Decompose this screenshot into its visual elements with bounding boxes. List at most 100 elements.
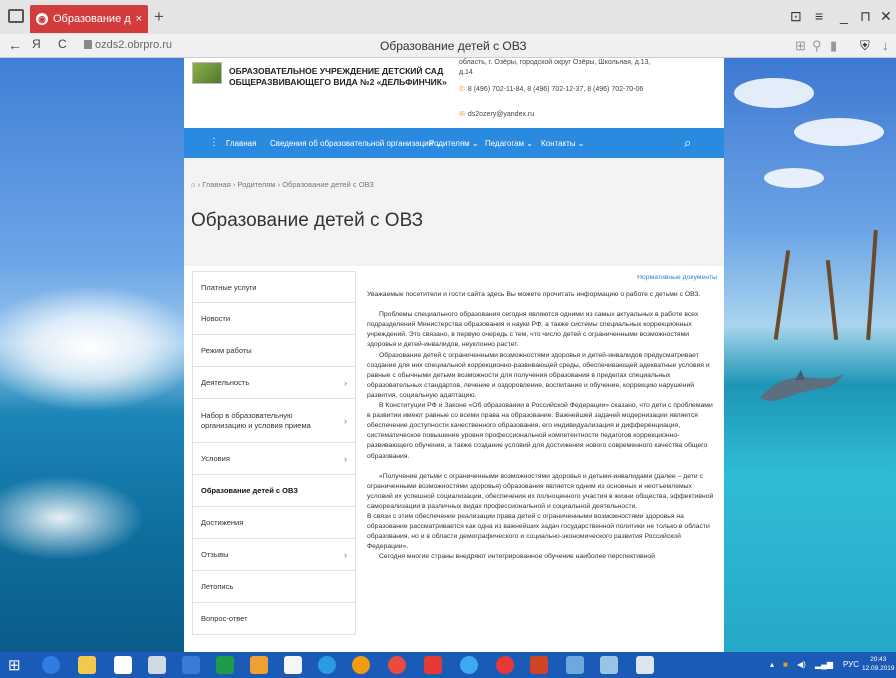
nav-about[interactable]: Сведения об образовательной организации … (270, 139, 442, 148)
reader-icon[interactable]: ⊞ (795, 38, 806, 54)
new-tab-button[interactable]: + (154, 7, 164, 27)
menu-dots-icon[interactable]: ⋮ (209, 137, 219, 148)
app-icon[interactable] (636, 656, 654, 674)
sidebar-item[interactable]: Вопрос-ответ (192, 603, 356, 635)
title-area: ⌂ › Главная › Родителям › Образование де… (184, 158, 724, 266)
powerpoint-icon[interactable] (530, 656, 548, 674)
sidebar-item-label: Достижения (201, 518, 244, 527)
back-button[interactable]: ← (8, 37, 22, 53)
sidebar-item[interactable]: Условия › (192, 443, 356, 475)
network-icon[interactable]: ▂▄▆ (815, 660, 833, 669)
nav-teachers[interactable]: Педагогам ⌄ (485, 139, 533, 148)
wifi-app-icon[interactable] (250, 656, 268, 674)
clock[interactable]: 20:43 12.09.2019 (862, 655, 895, 673)
chrome-icon[interactable] (388, 656, 406, 674)
nav-parents[interactable]: Родителям ⌄ (429, 139, 479, 148)
phone-numbers: 8 (496) 702-11-84, 8 (496) 702-12-37, 8 … (467, 86, 644, 93)
sidebar-item[interactable]: Набор в образовательную организацию и ус… (192, 399, 356, 443)
paragraph: В Конституции РФ и Законе «Об образовани… (367, 402, 713, 460)
computer-icon[interactable] (148, 656, 166, 674)
url-field[interactable]: ozds2.obrpro.ru (95, 39, 172, 51)
sidebar-item[interactable]: Отзывы › (192, 539, 356, 571)
nav-home[interactable]: Главная (226, 139, 256, 148)
tab-title: Образование детей с О (53, 13, 131, 25)
phone-icon: ✆ (459, 86, 465, 93)
lock-icon (84, 40, 92, 49)
tray-arrow-icon[interactable]: ▴ (770, 660, 774, 669)
window-snap-icon[interactable]: ⊡ (790, 8, 802, 25)
nav-contacts[interactable]: Контакты ⌄ (541, 139, 584, 148)
sidebar-item-active[interactable]: Образование детей с ОВЗ (192, 475, 356, 507)
sidebar-item-label: Деятельность (201, 378, 250, 387)
taskbar: ⊞ ▴ ■ ◀) ▂▄▆ РУС 20:43 12.09.2019 (0, 652, 896, 678)
yandex-icon[interactable]: Я (32, 37, 41, 51)
yandex-app-icon[interactable] (496, 656, 514, 674)
key-icon[interactable]: ⚲ (812, 38, 822, 54)
yandex-browser-icon[interactable] (424, 656, 442, 674)
site-header: ОБРАЗОВАТЕЛЬНОЕ УЧРЕЖДЕНИЕ ДЕТСКИЙ САД О… (184, 58, 724, 128)
sidebar-item[interactable]: Летопись (192, 571, 356, 603)
file-explorer-icon[interactable] (78, 656, 96, 674)
clock-time: 20:43 (870, 656, 887, 663)
paragraph: Сегодня многие страны внедряют интегриро… (379, 553, 655, 561)
volume-icon[interactable]: ◀) (797, 660, 806, 669)
site-logo[interactable] (192, 62, 222, 84)
download-icon[interactable]: ↓ (882, 38, 889, 53)
page-heading: Образование детей с ОВЗ (191, 210, 424, 231)
sidebar-item-label: Летопись (201, 582, 234, 591)
sidebar-item-label: Набор в образовательную организацию и ус… (201, 410, 311, 430)
home-app-icon[interactable] (114, 656, 132, 674)
tab-close-icon[interactable]: × (136, 13, 142, 25)
regulations-link[interactable]: Нормативные документы (367, 273, 717, 283)
sidebar-item[interactable]: Достижения (192, 507, 356, 539)
intro-paragraph: Уважаемые посетители и гости сайта здесь… (367, 291, 701, 299)
protect-icon[interactable]: ⛨ (860, 38, 870, 54)
sidebar-item-label: Вопрос-ответ (201, 614, 248, 623)
website: ОБРАЗОВАТЕЛЬНОЕ УЧРЕЖДЕНИЕ ДЕТСКИЙ САД О… (184, 58, 724, 652)
app-icon[interactable] (318, 656, 336, 674)
language-indicator[interactable]: РУС (843, 660, 859, 669)
chevron-right-icon: › (344, 377, 347, 388)
search-circle-icon[interactable] (42, 656, 60, 674)
mail-app-icon[interactable] (182, 656, 200, 674)
paragraph: В связи с этим обеспечение реализации пр… (367, 512, 710, 551)
sidebar-item[interactable]: Режим работы (192, 335, 356, 367)
document-icon[interactable] (284, 656, 302, 674)
home-icon[interactable]: ⌂ (191, 180, 198, 189)
app-icon[interactable] (352, 656, 370, 674)
minimize-button[interactable]: _ (840, 8, 848, 24)
chevron-right-icon: › (344, 549, 347, 560)
sidebar-toggle-icon[interactable] (8, 9, 24, 23)
sidebar-item[interactable]: Новости (192, 303, 356, 335)
breadcrumb-text[interactable]: › Главная › Родителям › Образование дете… (198, 180, 374, 189)
app-icon[interactable] (460, 656, 478, 674)
close-window-button[interactable]: ✕ (880, 8, 892, 25)
browser-tab[interactable]: ◉ Образование детей с О × (30, 5, 148, 33)
clock-date: 12.09.2019 (862, 665, 895, 672)
app-icon[interactable] (566, 656, 584, 674)
sidebar-item[interactable]: Деятельность › (192, 367, 356, 399)
page-background-right (724, 58, 896, 652)
bookmark-icon[interactable]: ▮ (830, 38, 837, 54)
paragraph: «Получение детьми с ограниченными возмож… (367, 472, 714, 510)
breadcrumb: ⌂ › Главная › Родителям › Образование де… (191, 180, 374, 189)
maximize-button[interactable]: ⊓ (860, 8, 871, 25)
sidebar-item-label: Отзывы (201, 550, 229, 559)
start-button[interactable]: ⊞ (8, 656, 26, 674)
calendar-icon[interactable] (216, 656, 234, 674)
reload-button[interactable]: C (58, 37, 67, 51)
phone-row: ✆ 8 (496) 702-11-84, 8 (496) 702-12-37, 8… (459, 85, 659, 95)
favicon-icon: ◉ (36, 13, 48, 25)
search-icon[interactable]: ⌕ (684, 135, 691, 151)
address-bar: ← Я C ozds2.obrpro.ru Образование детей … (0, 34, 896, 58)
main-navigation: ⋮ Главная Сведения об образовательной ор… (184, 128, 724, 158)
sidebar-item-label: Режим работы (201, 346, 252, 355)
app-icon[interactable] (600, 656, 618, 674)
tray-app-icon[interactable]: ■ (783, 660, 788, 669)
sidebar-item[interactable]: Платные услуги (192, 271, 356, 303)
menu-icon[interactable]: ≡ (815, 8, 823, 24)
paragraph: Проблемы специального образования сегодн… (367, 311, 699, 349)
chevron-right-icon: › (344, 453, 347, 464)
chevron-right-icon: › (344, 415, 347, 426)
email-link[interactable]: ds2ozery@yandex.ru (468, 111, 534, 118)
